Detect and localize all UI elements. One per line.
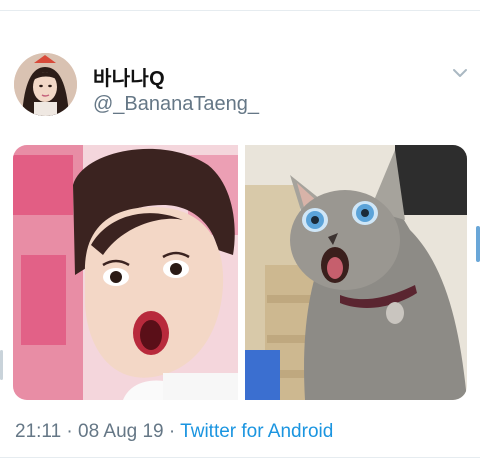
top-divider — [0, 10, 480, 11]
display-name[interactable]: 바나나Q — [93, 62, 165, 91]
tweet-meta: 21:11 · 08 Aug 19 · Twitter for Android — [15, 421, 333, 443]
media-photo-left[interactable] — [13, 145, 238, 400]
meta-separator: · — [168, 421, 176, 442]
user-handle[interactable]: @_BananaTaeng_ — [93, 93, 259, 116]
edge-artifact — [0, 350, 3, 380]
avatar[interactable] — [14, 53, 77, 116]
tweet-date[interactable]: 08 Aug 19 — [78, 421, 164, 442]
edge-artifact — [476, 226, 480, 262]
tweet-media[interactable] — [13, 145, 467, 400]
bottom-divider — [0, 457, 480, 458]
media-photo-right[interactable] — [245, 145, 467, 400]
chevron-down-icon[interactable] — [450, 63, 470, 83]
tweet-source-link[interactable]: Twitter for Android — [180, 421, 333, 442]
meta-separator: · — [66, 421, 73, 442]
tweet-time[interactable]: 21:11 — [15, 421, 61, 442]
avatar-image — [14, 53, 77, 116]
